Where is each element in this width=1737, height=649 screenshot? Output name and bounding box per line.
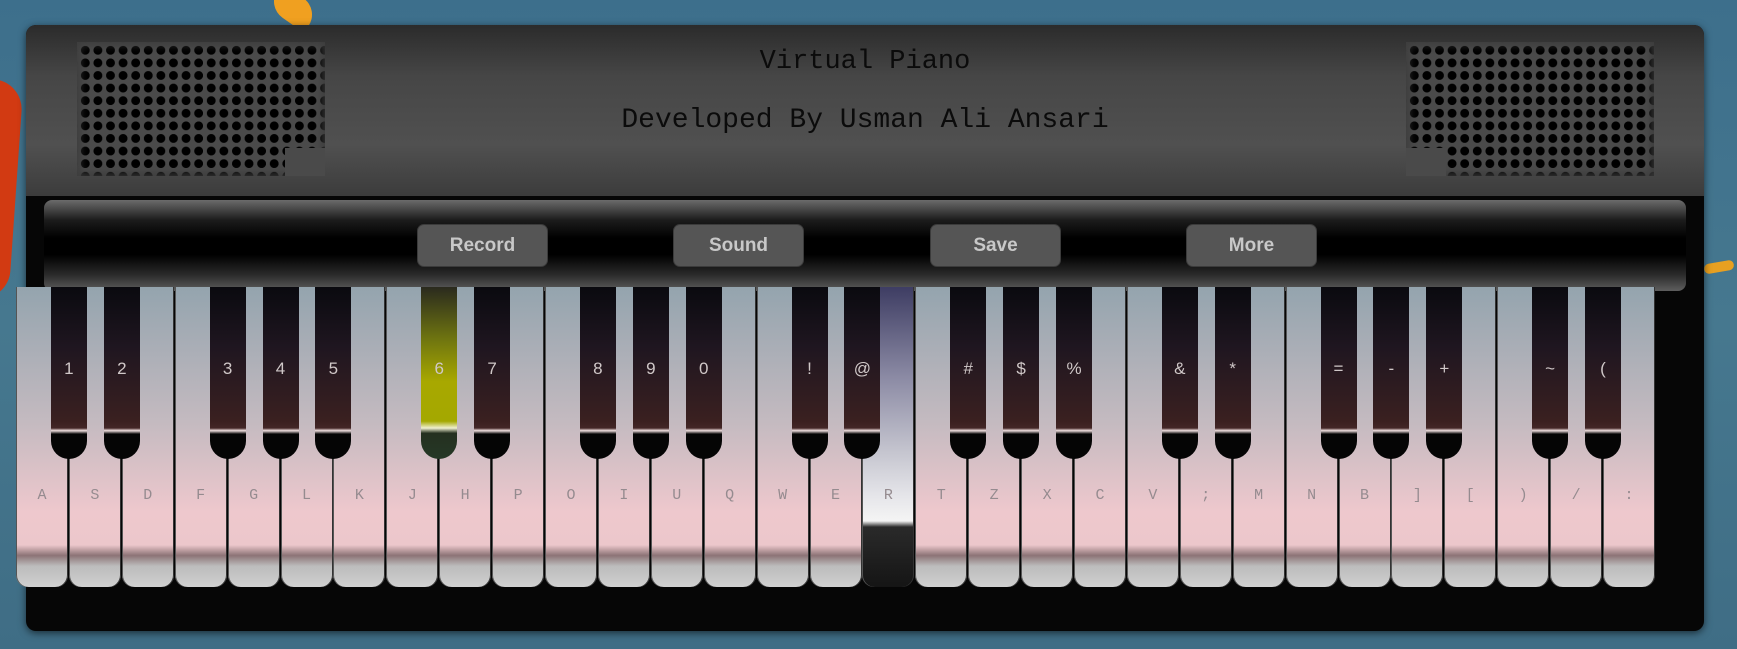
white-key-label: O (566, 487, 576, 504)
piano-header: Virtual Piano Developed By Usman Ali Ans… (26, 25, 1704, 196)
sound-button[interactable]: Sound (673, 224, 804, 267)
white-key-label: H (460, 487, 470, 504)
black-key-label: 8 (593, 359, 603, 378)
black-key-label: % (1066, 359, 1082, 378)
black-key[interactable]: - (1373, 287, 1410, 459)
developer-credit: Developed By Usman Ali Ansari (621, 105, 1109, 136)
white-key-label: S (90, 487, 100, 504)
white-key-label: N (1307, 487, 1317, 504)
black-key[interactable]: 2 (103, 287, 140, 459)
black-key[interactable]: 3 (209, 287, 246, 459)
black-key[interactable]: ( (1585, 287, 1621, 459)
white-key-label: Q (725, 487, 735, 504)
black-key[interactable]: ! (791, 287, 828, 459)
black-key-label: = (1333, 359, 1344, 378)
white-key-label: F (196, 487, 206, 504)
black-key-label: 7 (487, 359, 497, 378)
black-key-label: & (1174, 359, 1186, 378)
black-key[interactable]: = (1320, 287, 1357, 459)
black-key-label: 3 (222, 359, 233, 378)
black-key-label: 6 (434, 359, 444, 378)
white-key-label: W (778, 487, 788, 504)
white-key-label: J (407, 487, 417, 504)
white-key-label: ; (1201, 487, 1211, 504)
black-key-label: 1 (64, 359, 74, 378)
black-key-label: + (1439, 359, 1450, 378)
black-key[interactable]: $ (1003, 287, 1040, 459)
black-key-label: 5 (328, 359, 339, 378)
white-key-label: I (619, 487, 629, 504)
black-key[interactable]: # (950, 287, 987, 459)
white-key-label: X (1042, 487, 1052, 504)
black-key-label: ( (1600, 359, 1606, 378)
black-key-label: @ (853, 359, 872, 378)
background-leaf (1703, 259, 1735, 275)
white-key-label: R (883, 487, 893, 504)
black-key-label: 9 (646, 359, 656, 378)
black-key[interactable]: % (1056, 287, 1092, 459)
black-key[interactable]: 9 (632, 287, 669, 459)
black-key[interactable]: & (1161, 287, 1198, 459)
black-key[interactable]: ~ (1532, 287, 1569, 459)
black-key[interactable]: 1 (50, 287, 87, 459)
control-bar: Record Sound Save More (44, 200, 1686, 291)
black-key-label: $ (1016, 359, 1026, 378)
black-key-label: 4 (275, 359, 286, 378)
black-key[interactable]: 7 (474, 287, 511, 459)
black-key[interactable]: 4 (262, 287, 299, 459)
white-key-label: D (143, 487, 153, 504)
white-key-label: P (513, 487, 523, 504)
white-key-label: B (1359, 487, 1369, 504)
black-key-label: 0 (698, 359, 709, 378)
white-key-label: M (1254, 487, 1264, 504)
app-title: Virtual Piano (759, 47, 971, 77)
white-key-label: C (1095, 487, 1105, 504)
black-key-label: * (1229, 359, 1236, 378)
black-key-label: # (963, 359, 973, 378)
white-key-label: ] (1412, 487, 1422, 504)
black-key-label: ~ (1545, 359, 1556, 378)
white-key-label: : (1624, 487, 1634, 504)
black-key-label: ! (807, 359, 812, 378)
white-key-label: A (37, 487, 47, 504)
black-key[interactable]: @ (844, 287, 881, 459)
black-key[interactable]: 5 (315, 287, 352, 459)
black-key-label: 2 (117, 359, 127, 378)
black-key[interactable]: + (1426, 287, 1463, 459)
more-button[interactable]: More (1186, 224, 1317, 267)
piano-keyboard: A S D F G L K J H P O I U Q W E R T Z X C V; M N B] [) /: 1 2 3 4 5 6 7 8… (16, 287, 1664, 587)
white-key-label: ) (1518, 487, 1528, 504)
black-key[interactable]: * (1214, 287, 1251, 459)
black-key[interactable]: 6 (421, 287, 458, 459)
white-key-label: V (1148, 487, 1158, 504)
save-button[interactable]: Save (930, 224, 1061, 267)
white-key-label: T (936, 487, 946, 504)
background-leaf (0, 79, 24, 301)
white-key-label: / (1571, 487, 1581, 504)
black-key[interactable]: 8 (579, 287, 616, 459)
white-key-label: U (672, 487, 682, 504)
white-key-label: K (354, 487, 364, 504)
white-key-label: L (301, 487, 311, 504)
white-key-label: [ (1465, 487, 1475, 504)
white-key-label: G (249, 487, 259, 504)
record-button[interactable]: Record (417, 224, 548, 267)
white-key-label: Z (989, 487, 999, 504)
black-key[interactable]: 0 (685, 287, 722, 459)
white-key-label: E (830, 487, 840, 504)
black-key-label: - (1388, 359, 1395, 378)
